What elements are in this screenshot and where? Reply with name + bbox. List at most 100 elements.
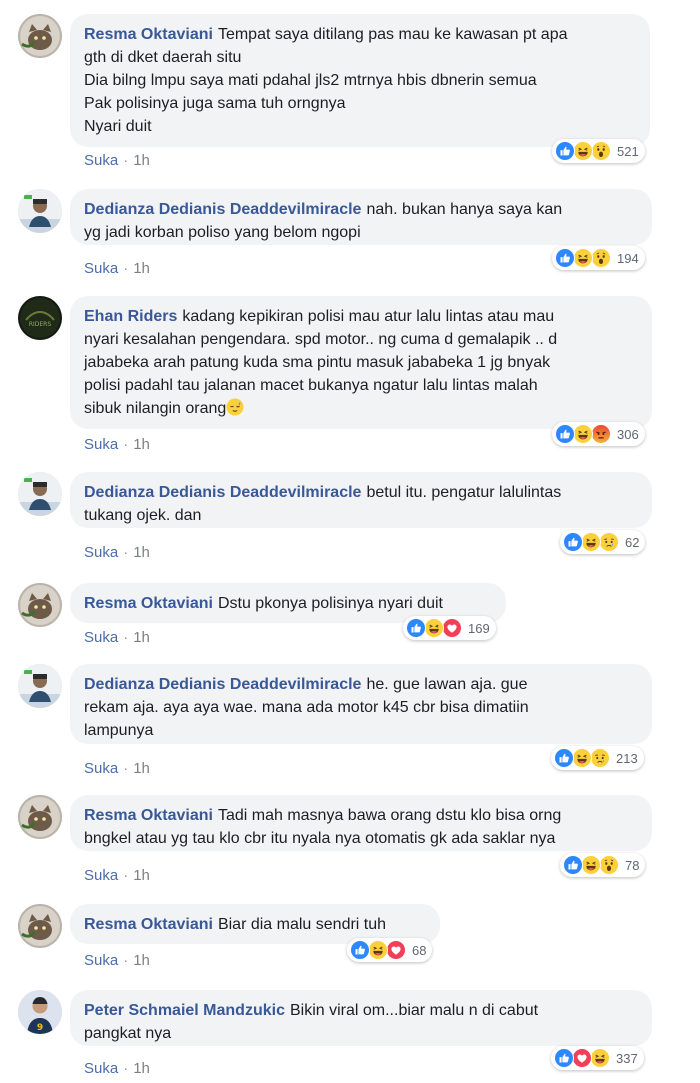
wow-icon bbox=[591, 141, 611, 161]
avatar[interactable] bbox=[18, 904, 62, 948]
haha-icon bbox=[573, 248, 593, 268]
haha-icon bbox=[581, 532, 601, 552]
separator-dot: · bbox=[123, 760, 129, 777]
reaction-summary[interactable]: 337 bbox=[551, 1046, 644, 1070]
reaction-count: 337 bbox=[616, 1050, 638, 1066]
reaction-summary[interactable]: 68 bbox=[347, 938, 433, 962]
reaction-count: 521 bbox=[617, 143, 639, 159]
love-icon bbox=[572, 1048, 592, 1068]
like-icon bbox=[555, 248, 575, 268]
wow-icon bbox=[591, 248, 611, 268]
comment-author[interactable]: Peter Schmaiel Mandzukic bbox=[84, 1002, 285, 1019]
like-link[interactable]: Suka bbox=[84, 1060, 118, 1077]
reaction-summary[interactable]: 78 bbox=[560, 853, 646, 877]
comment-meta: Suka · 1h bbox=[84, 952, 150, 969]
haha-icon bbox=[572, 748, 592, 768]
reaction-summary[interactable]: 213 bbox=[551, 746, 644, 770]
avatar[interactable] bbox=[18, 664, 62, 708]
comment-author[interactable]: Dedianza Dedianis Deaddevilmiracle bbox=[84, 201, 361, 218]
sleepy-emoji-icon bbox=[226, 398, 244, 416]
like-link[interactable]: Suka bbox=[84, 629, 118, 646]
like-link[interactable]: Suka bbox=[84, 152, 118, 169]
comment-text: bngkel atau yg tau klo cbr itu nyala nya… bbox=[84, 830, 556, 847]
comment-text: tukang ojek. dan bbox=[84, 507, 202, 524]
comment-timestamp[interactable]: 1h bbox=[133, 760, 150, 777]
love-icon bbox=[386, 940, 406, 960]
haha-icon bbox=[424, 618, 444, 638]
comment-text: Nyari duit bbox=[84, 118, 152, 135]
sad-icon bbox=[590, 748, 610, 768]
svg-text:RIDERS: RIDERS bbox=[29, 321, 52, 328]
comment-author[interactable]: Resma Oktaviani bbox=[84, 807, 213, 824]
comment-author[interactable]: Resma Oktaviani bbox=[84, 916, 213, 933]
comment-author[interactable]: Resma Oktaviani bbox=[84, 26, 213, 43]
like-link[interactable]: Suka bbox=[84, 760, 118, 777]
comment-author[interactable]: Ehan Riders bbox=[84, 308, 177, 325]
avatar[interactable] bbox=[18, 795, 62, 839]
comment-timestamp[interactable]: 1h bbox=[133, 952, 150, 969]
comment-bubble: Ehan Riders kadang kepikiran polisi mau a… bbox=[70, 296, 652, 429]
avatar[interactable] bbox=[18, 472, 62, 516]
comment-text: lampunya bbox=[84, 722, 154, 739]
like-link[interactable]: Suka bbox=[84, 260, 118, 277]
like-icon bbox=[406, 618, 426, 638]
comment-timestamp[interactable]: 1h bbox=[133, 436, 150, 453]
reaction-count: 194 bbox=[617, 250, 639, 266]
like-icon bbox=[554, 1048, 574, 1068]
avatar[interactable] bbox=[18, 14, 62, 58]
like-icon bbox=[350, 940, 370, 960]
svg-text:9: 9 bbox=[37, 1023, 43, 1033]
reaction-summary[interactable]: 62 bbox=[560, 530, 646, 554]
comment-author[interactable]: Resma Oktaviani bbox=[84, 595, 213, 612]
haha-icon bbox=[573, 424, 593, 444]
avatar[interactable] bbox=[18, 189, 62, 233]
comment-timestamp[interactable]: 1h bbox=[133, 260, 150, 277]
comment-author[interactable]: Dedianza Dedianis Deaddevilmiracle bbox=[84, 676, 361, 693]
comment-bubble: Dedianza Dedianis Deaddevilmiracle betul … bbox=[70, 472, 652, 528]
like-icon bbox=[555, 424, 575, 444]
comment-timestamp[interactable]: 1h bbox=[133, 629, 150, 646]
comment-text: Pak polisinya juga sama tuh orngnya bbox=[84, 95, 346, 112]
comment-timestamp[interactable]: 1h bbox=[133, 544, 150, 561]
separator-dot: · bbox=[123, 436, 129, 453]
reaction-summary[interactable]: 169 bbox=[403, 616, 496, 640]
haha-icon bbox=[573, 141, 593, 161]
comment-meta: Suka · 1h bbox=[84, 152, 150, 169]
like-link[interactable]: Suka bbox=[84, 436, 118, 453]
comment-timestamp[interactable]: 1h bbox=[133, 1060, 150, 1077]
separator-dot: · bbox=[123, 867, 129, 884]
separator-dot: · bbox=[123, 952, 129, 969]
like-link[interactable]: Suka bbox=[84, 867, 118, 884]
comment-text: sibuk nilangin orang bbox=[84, 400, 227, 417]
like-icon bbox=[563, 532, 583, 552]
reaction-count: 68 bbox=[412, 942, 427, 958]
avatar[interactable]: 9 bbox=[18, 990, 62, 1034]
avatar[interactable]: RIDERS bbox=[18, 296, 62, 340]
like-link[interactable]: Suka bbox=[84, 952, 118, 969]
sad-icon bbox=[599, 532, 619, 552]
reaction-count: 169 bbox=[468, 620, 490, 636]
reaction-summary[interactable]: 194 bbox=[552, 246, 645, 270]
comment-bubble: Resma Oktaviani Tempat saya ditilang pas … bbox=[70, 14, 650, 147]
comment-bubble: Dedianza Dedianis Deaddevilmiracle nah. b… bbox=[70, 189, 652, 245]
comment-text: Dia bilng lmpu saya mati pdahal jls2 mtr… bbox=[84, 72, 537, 89]
reaction-summary[interactable]: 306 bbox=[552, 422, 645, 446]
haha-icon bbox=[368, 940, 388, 960]
reaction-count: 213 bbox=[616, 750, 638, 766]
comment-text: Tempat saya ditilang pas mau ke kawasan … bbox=[217, 26, 568, 43]
comment-bubble: Resma Oktaviani Tadi mah masnya bawa oran… bbox=[70, 795, 652, 851]
comment-bubble: Dedianza Dedianis Deaddevilmiracle he. gu… bbox=[70, 664, 652, 744]
reaction-count: 62 bbox=[625, 534, 640, 550]
separator-dot: · bbox=[123, 152, 129, 169]
comment-timestamp[interactable]: 1h bbox=[133, 867, 150, 884]
wow-icon bbox=[599, 855, 619, 875]
comment-author[interactable]: Dedianza Dedianis Deaddevilmiracle bbox=[84, 484, 361, 501]
comment-meta: Suka · 1h bbox=[84, 867, 150, 884]
reaction-summary[interactable]: 521 bbox=[552, 139, 645, 163]
comment-timestamp[interactable]: 1h bbox=[133, 152, 150, 169]
comment-text: betul itu. pengatur lalulintas bbox=[366, 484, 562, 501]
like-link[interactable]: Suka bbox=[84, 544, 118, 561]
like-icon bbox=[555, 141, 575, 161]
comment-meta: Suka · 1h bbox=[84, 629, 150, 646]
avatar[interactable] bbox=[18, 583, 62, 627]
